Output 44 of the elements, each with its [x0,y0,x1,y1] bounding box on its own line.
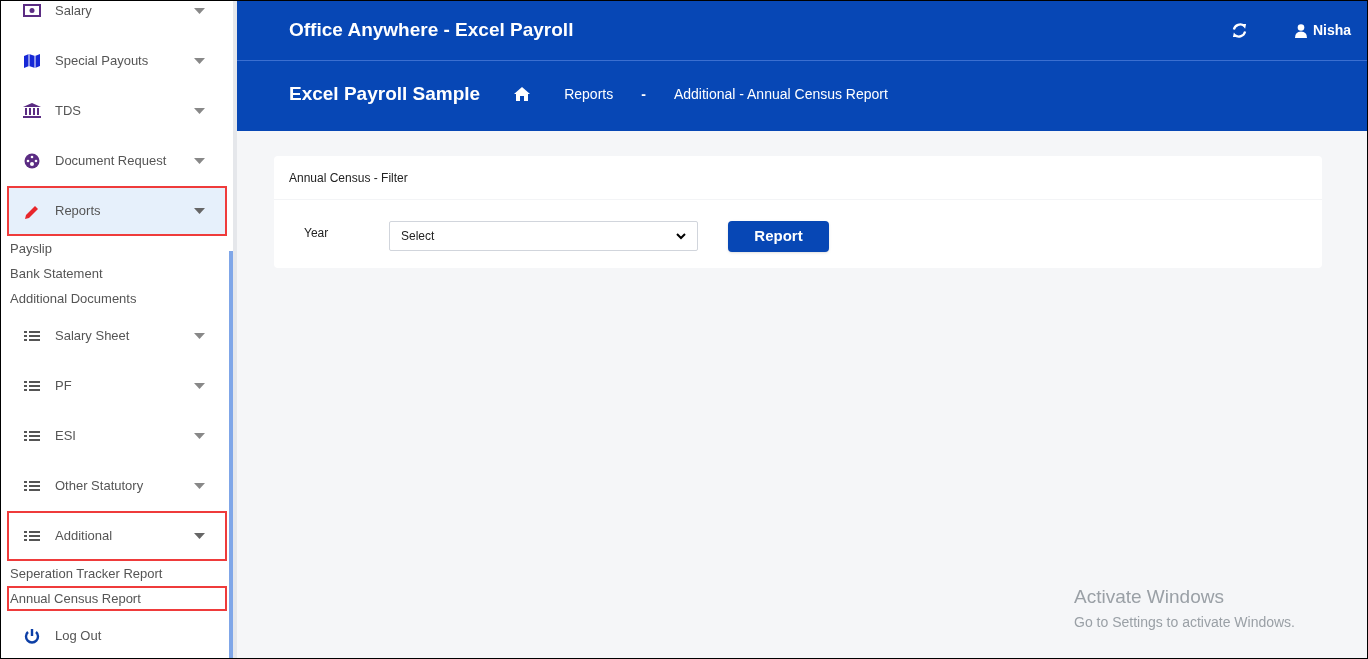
list-icon [23,328,41,344]
sidebar-item[interactable]: Salary [7,1,227,36]
sidebar-subitem[interactable]: Bank Statement [7,261,227,286]
list-icon [23,478,41,494]
sidebar-item[interactable]: Special Payouts [7,36,227,86]
company-title: Excel Payroll Sample [289,81,481,106]
sidebar-item[interactable]: Additional [7,511,227,561]
sidebar-item[interactable]: PF [7,361,227,411]
sidebar-subitem[interactable]: Seperation Tracker Report [7,561,227,586]
list-icon [23,528,41,544]
chevron-down-icon [676,232,686,240]
year-label: Year [304,225,330,242]
pencil-icon [23,203,41,219]
sidebar-subitem[interactable]: Annual Census Report [7,586,227,611]
user-icon [1294,23,1307,38]
year-select[interactable]: Select [389,221,698,251]
sidebar-subitem[interactable]: Payslip [7,236,227,261]
power-icon [23,628,41,644]
breadcrumb-link[interactable]: Reports [564,83,614,105]
app-title: Office Anywhere - Excel Payroll [289,18,574,43]
card-title: Annual Census - Filter [289,169,408,187]
bank-icon [23,103,41,119]
breadcrumb-separator: - [641,84,646,104]
sidebar-item[interactable]: TDS [7,86,227,136]
list-icon [23,428,41,444]
sidebar-item[interactable]: Log Out [7,611,227,658]
sidebar-item[interactable]: ESI [7,411,227,461]
money-icon [23,3,41,19]
sidebar-item[interactable]: Salary Sheet [7,311,227,361]
sidebar-item[interactable]: Document Request [7,136,227,186]
sidebar-subitem[interactable]: Additional Documents [7,286,227,311]
activation-notice-title: Activate Windows [1074,585,1225,609]
refresh-icon[interactable] [1231,23,1247,38]
user-menu[interactable]: Nisha [1294,20,1351,41]
list-icon [23,378,41,394]
map-icon [23,53,41,69]
breadcrumb-link[interactable]: Additional - Annual Census Report [673,83,888,105]
sidebar-item[interactable]: Reports [7,186,227,236]
sidebar-item[interactable]: Other Statutory [7,461,227,511]
activation-notice-text: Go to Settings to activate Windows. [1074,612,1295,632]
home-icon[interactable] [514,87,531,101]
report-button[interactable]: Report [728,221,829,252]
scrollbar[interactable] [229,251,233,658]
gauge-icon [23,153,41,169]
